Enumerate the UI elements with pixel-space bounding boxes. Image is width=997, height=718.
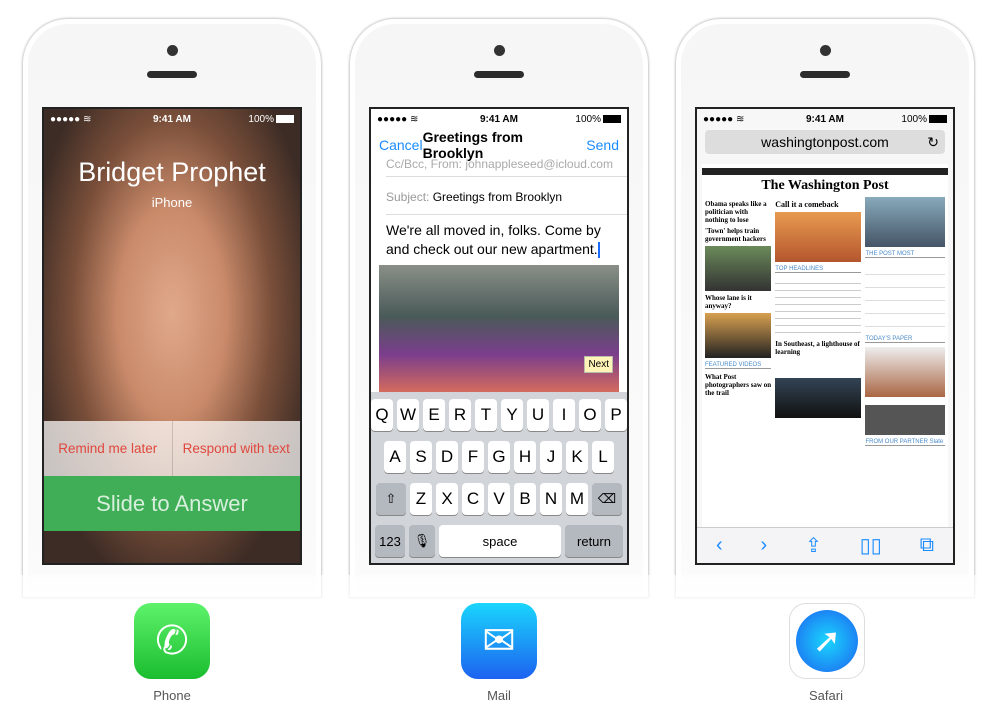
letter-key[interactable]: I [553, 399, 575, 431]
space-key[interactable]: space [439, 525, 561, 557]
speaker [474, 71, 524, 78]
phone-app-icon[interactable]: ✆ [134, 603, 210, 679]
headline[interactable]: Whose lane is it anyway? [705, 294, 771, 310]
web-page[interactable]: The Washington Post Obama speaks like a … [702, 164, 948, 527]
safari-app-label: Safari [809, 688, 843, 703]
letter-key[interactable]: J [540, 441, 562, 473]
status-bar: ●●●●● ≋ 9:41 AM 100% [44, 109, 300, 129]
letter-key[interactable]: U [527, 399, 549, 431]
cancel-button[interactable]: Cancel [379, 137, 423, 153]
incoming-call-screen: ●●●●● ≋ 9:41 AM 100% Bridget Prophet iPhon… [42, 107, 302, 565]
section-title: FROM OUR PARTNER Slate [865, 439, 945, 446]
letter-key[interactable]: D [436, 441, 458, 473]
letter-key[interactable]: M [566, 483, 588, 515]
caller-device: iPhone [151, 195, 193, 210]
section-title: THE POST MOST [865, 251, 945, 258]
send-button[interactable]: Send [586, 137, 619, 153]
tabs-icon[interactable]: ⧉ [920, 534, 934, 557]
letter-key[interactable]: Q [371, 399, 393, 431]
capitol-image [775, 212, 862, 262]
iphone-safari: ●●●●● ≋ 9:41 AM 100% washingtonpost.com ↻ T… [675, 18, 975, 598]
letter-key[interactable]: Z [410, 483, 432, 515]
camera [494, 45, 505, 56]
mail-app-label: Mail [487, 688, 511, 703]
remind-later-button[interactable]: Remind me later [44, 421, 172, 476]
keyboard: QWERTYUIOP ASDFGHJKL ⇧ Z X C V B N M ⌫ 123 🎙 space r… [371, 392, 627, 563]
letter-key[interactable]: O [579, 399, 601, 431]
section-title: TODAY'S PAPER [865, 336, 945, 343]
letter-key[interactable]: H [514, 441, 536, 473]
forward-icon[interactable]: › [761, 534, 768, 557]
todays-paper-image [865, 347, 945, 397]
section-title: TOP HEADLINES [775, 266, 862, 273]
section-title: FEATURED VIDEOS [705, 362, 772, 369]
attached-photo: Next [379, 265, 619, 393]
letter-key[interactable]: L [592, 441, 614, 473]
video-image [775, 378, 862, 418]
letter-key[interactable]: G [488, 441, 510, 473]
camera [167, 45, 178, 56]
safari-app-icon[interactable]: ➚ [789, 603, 865, 679]
respond-text-button[interactable]: Respond with text [171, 421, 301, 476]
letter-key[interactable]: E [423, 399, 445, 431]
letter-key[interactable]: T [475, 399, 497, 431]
mail-compose-screen: ●●●●● ≋ 9:41 AM 100% Cancel Greetings from … [369, 107, 629, 565]
microphone-icon[interactable]: 🎙 [409, 525, 435, 557]
safari-toolbar: ‹ › ⇪ ▯▯ ⧉ [697, 527, 953, 563]
shift-key[interactable]: ⇧ [376, 483, 406, 515]
letter-key[interactable]: C [462, 483, 484, 515]
site-logo: The Washington Post [761, 178, 889, 193]
letter-key[interactable]: P [605, 399, 627, 431]
letter-key[interactable]: A [384, 441, 406, 473]
letter-key[interactable]: X [436, 483, 458, 515]
site-nav [702, 168, 948, 175]
iphone-call: ●●●●● ≋ 9:41 AM 100% Bridget Prophet iPhon… [22, 18, 322, 598]
status-bar: ●●●●● ≋ 9:41 AM 100% [697, 109, 953, 129]
safari-screen: ●●●●● ≋ 9:41 AM 100% washingtonpost.com ↻ T… [695, 107, 955, 565]
speaker [147, 71, 197, 78]
lighthouse-image [705, 313, 772, 358]
share-icon[interactable]: ⇪ [805, 533, 822, 558]
caller-name: Bridget Prophet [78, 157, 266, 187]
subject-field[interactable]: Subject: Greetings from Brooklyn [386, 183, 627, 215]
cc-from-field[interactable]: Cc/Bcc, From: johnappleseed@icloud.com [386, 157, 627, 177]
message-body[interactable]: We're all moved in, folks. Come by and c… [386, 221, 617, 259]
status-bar: ●●●●● ≋ 9:41 AM 100% [371, 109, 627, 129]
letter-key[interactable]: K [566, 441, 588, 473]
letter-key[interactable]: W [397, 399, 419, 431]
letter-key[interactable]: Y [501, 399, 523, 431]
headline[interactable]: What Post photographers saw on the trail [705, 373, 771, 397]
back-icon[interactable]: ‹ [716, 534, 723, 557]
headline[interactable]: 'Town' helps train government hackers [705, 227, 771, 243]
bookmarks-icon[interactable]: ▯▯ [860, 533, 882, 558]
letter-key[interactable]: F [462, 441, 484, 473]
compass-icon: ➚ [796, 610, 858, 672]
ad-image [865, 197, 945, 247]
return-key[interactable]: return [565, 525, 623, 557]
delete-key[interactable]: ⌫ [592, 483, 622, 515]
reload-icon[interactable]: ↻ [927, 130, 939, 154]
letter-key[interactable]: V [488, 483, 510, 515]
bike-lane-image [705, 246, 772, 291]
mail-app-icon[interactable]: ✉ [461, 603, 537, 679]
headline[interactable]: Call it a comeback [775, 200, 861, 209]
letter-key[interactable]: B [514, 483, 536, 515]
slide-to-answer[interactable]: Slide to Answer [44, 476, 300, 531]
headline[interactable]: Obama speaks like a politician with noth… [705, 200, 771, 224]
speaker [800, 71, 850, 78]
letter-key[interactable]: S [410, 441, 432, 473]
numbers-key[interactable]: 123 [375, 525, 405, 557]
text-cursor [597, 242, 600, 259]
letter-key[interactable]: N [540, 483, 562, 515]
address-bar[interactable]: washingtonpost.com ↻ [705, 130, 945, 154]
camera [820, 45, 831, 56]
headline[interactable]: In Southeast, a lighthouse of learning [775, 340, 861, 356]
iphone-mail: ●●●●● ≋ 9:41 AM 100% Cancel Greetings from … [349, 18, 649, 598]
next-tooltip[interactable]: Next [584, 356, 613, 373]
phone-app-label: Phone [153, 688, 191, 703]
letter-key[interactable]: R [449, 399, 471, 431]
